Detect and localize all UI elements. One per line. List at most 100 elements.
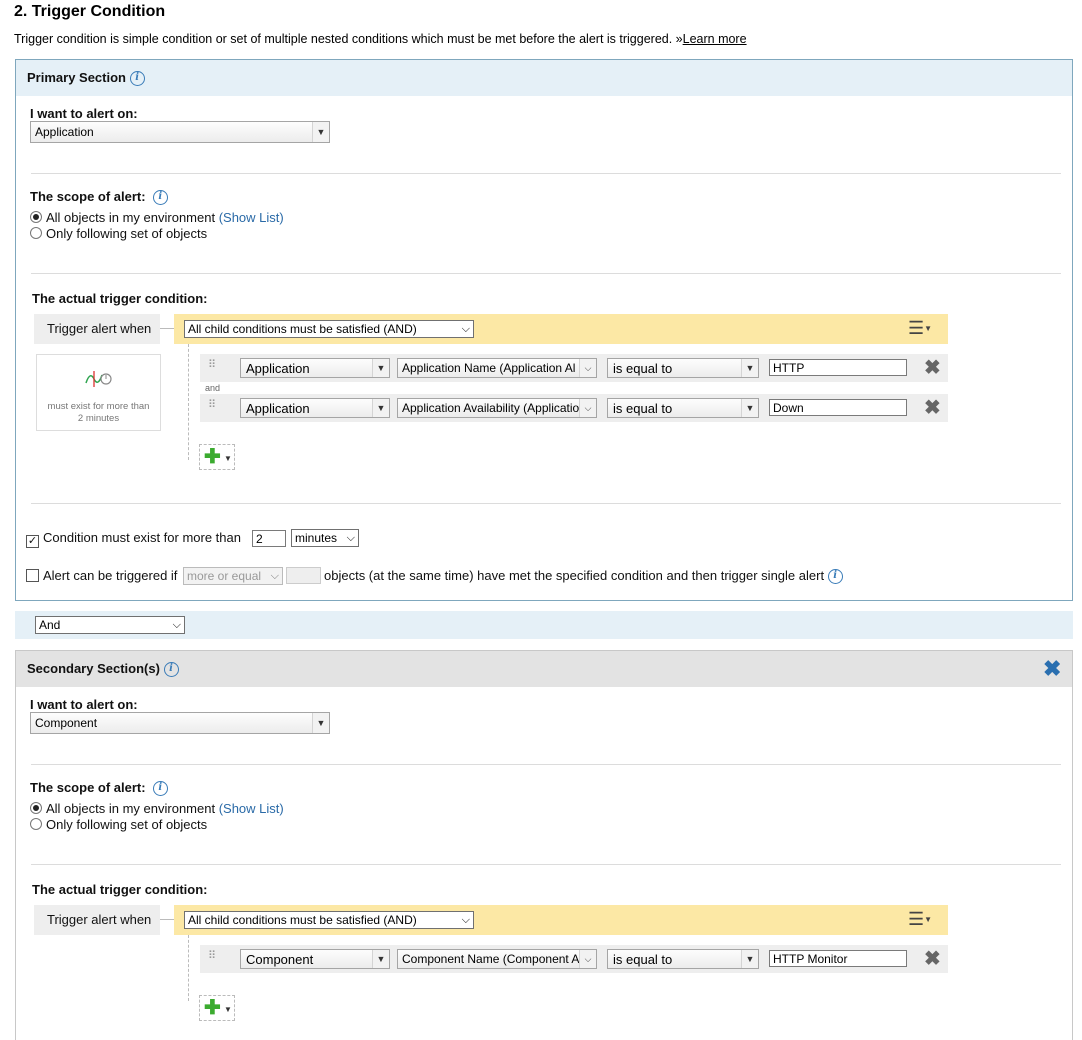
add-condition-button[interactable]: ✚ ▼	[199, 995, 235, 1021]
alert-on-select[interactable]: Component ▼	[30, 712, 330, 734]
scope-all-label: All objects in my environment	[46, 210, 216, 225]
section-joiner-select[interactable]: And ⌵	[35, 616, 185, 634]
trigger-alert-when-label: Trigger alert when	[34, 314, 160, 344]
secondary-section-header: Secondary Section(s) i ✖	[16, 651, 1072, 687]
learn-more-link[interactable]: Learn more	[683, 32, 747, 46]
chevron-down-icon: ▼	[372, 359, 389, 377]
scope-label: The scope of alert:	[30, 189, 146, 204]
scope-following-radio[interactable]	[30, 227, 42, 239]
scope-following-radio[interactable]	[30, 818, 42, 830]
chevron-down-icon: ▼	[741, 950, 758, 968]
plus-icon: ✚	[204, 446, 221, 468]
condition-group-bar: All child conditions must be satisfied (…	[174, 905, 948, 935]
divider	[31, 503, 1061, 504]
condition-group-bar: All child conditions must be satisfied (…	[174, 314, 948, 344]
info-icon[interactable]: i	[152, 190, 168, 206]
chevron-down-icon: ⌵	[346, 532, 355, 544]
condition-row: ⠿ Application ▼ Application Name (Applica…	[200, 354, 948, 382]
chevron-down-icon: ▼	[741, 359, 758, 377]
chevron-down-icon: ▼	[312, 713, 329, 733]
trigger-condition-label: The actual trigger condition:	[32, 882, 208, 897]
scope-all-radio[interactable]	[30, 802, 42, 814]
condition-mode-select[interactable]: All child conditions must be satisfied (…	[184, 911, 474, 929]
hamburger-menu-icon[interactable]: ☰▼	[908, 319, 940, 338]
show-list-link[interactable]: (Show List)	[219, 210, 284, 225]
field-select[interactable]: Application Availability (Applicatio ⌵	[397, 398, 597, 418]
objects-text: objects (at the same time) have met the …	[324, 568, 825, 583]
condition-exist-input[interactable]: 2	[252, 530, 286, 547]
close-icon[interactable]: ✖	[1043, 658, 1061, 680]
info-icon[interactable]: i	[152, 781, 168, 797]
condition-thumbnail: must exist for more than 2 minutes	[36, 354, 161, 431]
time-unit-select[interactable]: minutes ⌵	[291, 529, 359, 547]
primary-section-header: Primary Section i	[16, 60, 1072, 96]
close-icon[interactable]: ✖	[924, 949, 941, 969]
value-input[interactable]: HTTP Monitor	[769, 950, 907, 967]
chevron-down-icon: ⌵	[461, 323, 470, 335]
condition-row: ⠿ Application ▼ Application Availability …	[200, 394, 948, 422]
primary-section-title: Primary Section	[27, 70, 126, 85]
scope-label: The scope of alert:	[30, 780, 146, 795]
operator-select[interactable]: is equal to ▼	[607, 358, 759, 378]
comparison-select[interactable]: more or equal ⌵	[183, 567, 283, 585]
field-select[interactable]: Application Name (Application Al ⌵	[397, 358, 597, 378]
drag-handle-icon[interactable]: ⠿	[208, 360, 217, 371]
close-icon[interactable]: ✖	[924, 358, 941, 378]
chevron-down-icon: ▼	[224, 1005, 232, 1014]
drag-handle-icon[interactable]: ⠿	[208, 400, 217, 411]
condition-row: ⠿ Component ▼ Component Name (Component A…	[200, 945, 948, 973]
plus-icon: ✚	[204, 997, 221, 1019]
operator-select[interactable]: is equal to ▼	[607, 398, 759, 418]
info-icon[interactable]: i	[827, 569, 843, 585]
close-icon[interactable]: ✖	[924, 398, 941, 418]
scope-all-radio[interactable]	[30, 211, 42, 223]
value-input[interactable]: HTTP	[769, 359, 907, 376]
secondary-section-title: Secondary Section(s)	[27, 661, 160, 676]
alert-triggered-checkbox[interactable]	[26, 569, 39, 582]
condition-exist-checkbox[interactable]: ✓	[26, 535, 39, 548]
chevron-down-icon: ▼	[224, 454, 232, 463]
field-select[interactable]: Component Name (Component A ⌵	[397, 949, 597, 969]
info-icon[interactable]: i	[163, 662, 179, 678]
drag-handle-icon[interactable]: ⠿	[208, 951, 217, 962]
divider	[31, 173, 1061, 174]
chevron-down-icon: ▼	[312, 122, 329, 142]
chevron-down-icon: ⌵	[461, 914, 470, 926]
object-select[interactable]: Application ▼	[240, 398, 390, 418]
info-icon[interactable]: i	[129, 71, 145, 87]
scope-all-label: All objects in my environment	[46, 801, 216, 816]
page-title: 2. Trigger Condition	[14, 3, 166, 20]
chevron-down-icon: ⌵	[579, 950, 596, 968]
alert-on-select[interactable]: Application ▼	[30, 121, 330, 143]
divider	[31, 864, 1061, 865]
primary-section: Primary Section i I want to alert on: Ap…	[15, 59, 1073, 601]
trigger-condition-label: The actual trigger condition:	[32, 291, 208, 306]
time-condition-icon	[84, 371, 112, 387]
alert-on-label: I want to alert on:	[30, 697, 138, 712]
chevron-down-icon: ▼	[372, 950, 389, 968]
hamburger-menu-icon[interactable]: ☰▼	[908, 910, 940, 929]
chevron-down-icon: ▼	[372, 399, 389, 417]
chevron-down-icon: ⌵	[270, 570, 279, 582]
and-joiner-label: and	[205, 383, 221, 393]
trigger-alert-when-label: Trigger alert when	[34, 905, 160, 935]
chevron-down-icon: ⌵	[579, 399, 596, 417]
object-count-input[interactable]	[286, 567, 321, 584]
alert-triggered-label: Alert can be triggered if	[43, 568, 178, 583]
scope-following-label: Only following set of objects	[46, 226, 208, 241]
divider	[31, 273, 1061, 274]
value-input[interactable]: Down	[769, 399, 907, 416]
condition-mode-select[interactable]: All child conditions must be satisfied (…	[184, 320, 474, 338]
scope-following-label: Only following set of objects	[46, 817, 208, 832]
thumbnail-text: must exist for more than 2 minutes	[47, 401, 150, 424]
alert-on-label: I want to alert on:	[30, 106, 138, 121]
object-select[interactable]: Application ▼	[240, 358, 390, 378]
condition-exist-label: Condition must exist for more than	[43, 530, 241, 545]
chevron-down-icon: ⌵	[579, 359, 596, 377]
show-list-link[interactable]: (Show List)	[219, 801, 284, 816]
divider	[31, 764, 1061, 765]
add-condition-button[interactable]: ✚ ▼	[199, 444, 235, 470]
chevron-down-icon: ▼	[741, 399, 758, 417]
operator-select[interactable]: is equal to ▼	[607, 949, 759, 969]
object-select[interactable]: Component ▼	[240, 949, 390, 969]
